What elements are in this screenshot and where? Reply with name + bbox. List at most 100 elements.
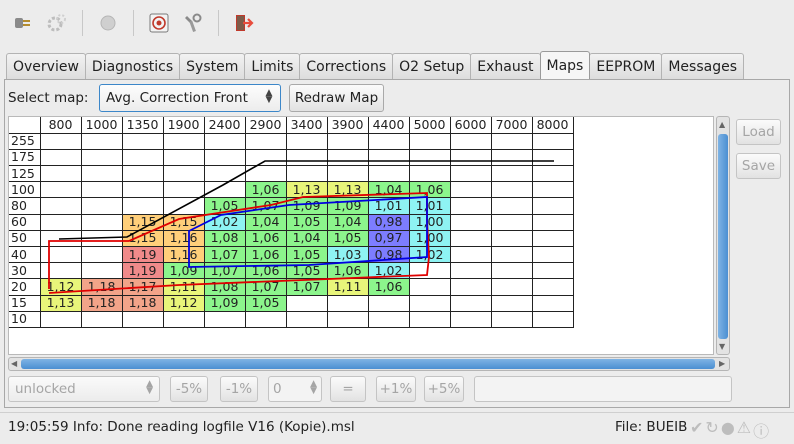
- map-cell[interactable]: [244, 148, 287, 167]
- scroll-right-icon[interactable]: ▶: [719, 359, 725, 368]
- map-cell[interactable]: [531, 278, 574, 296]
- map-cell[interactable]: [531, 310, 574, 328]
- map-cell[interactable]: [80, 165, 123, 183]
- map-cell[interactable]: 1,16: [162, 245, 205, 264]
- map-cell[interactable]: [162, 148, 205, 167]
- connect-icon[interactable]: [8, 8, 38, 38]
- map-cell[interactable]: [326, 310, 369, 328]
- map-cell[interactable]: [39, 262, 82, 280]
- map-cell[interactable]: 1,07: [203, 245, 246, 264]
- map-cell[interactable]: [244, 165, 287, 183]
- map-cell[interactable]: [244, 132, 287, 150]
- tab-maps[interactable]: Maps: [539, 51, 591, 79]
- map-cell[interactable]: [449, 245, 492, 264]
- map-cell[interactable]: [203, 165, 246, 183]
- map-cell[interactable]: [367, 310, 410, 328]
- map-cell[interactable]: 1,18: [80, 294, 123, 312]
- map-cell[interactable]: [80, 262, 123, 280]
- map-cell[interactable]: [531, 213, 574, 231]
- vertical-scrollbar[interactable]: ▲ ▼: [716, 116, 730, 355]
- map-cell[interactable]: 1,16: [162, 229, 205, 248]
- map-cell[interactable]: [449, 229, 492, 248]
- map-cell[interactable]: [531, 165, 574, 183]
- map-cell[interactable]: [367, 165, 410, 183]
- map-cell[interactable]: [121, 148, 164, 167]
- tools-icon[interactable]: [178, 8, 208, 38]
- map-cell[interactable]: 1,12: [162, 294, 205, 312]
- map-cell[interactable]: 1,05: [326, 229, 369, 248]
- map-cell[interactable]: [490, 165, 533, 183]
- map-cell[interactable]: [531, 132, 574, 150]
- map-cell[interactable]: [326, 165, 369, 183]
- map-cell[interactable]: [490, 148, 533, 167]
- map-cell[interactable]: 1,04: [244, 213, 287, 231]
- map-cell[interactable]: [285, 148, 328, 167]
- map-cell[interactable]: [531, 294, 574, 312]
- map-cell[interactable]: 1,15: [162, 213, 205, 231]
- map-cell[interactable]: 1,04: [367, 181, 410, 199]
- map-cell[interactable]: 1,18: [121, 294, 164, 312]
- map-cell[interactable]: [326, 148, 369, 167]
- map-cell[interactable]: [531, 148, 574, 167]
- map-cell[interactable]: 1,02: [203, 213, 246, 231]
- map-cell[interactable]: 1,01: [408, 197, 451, 215]
- map-cell[interactable]: [121, 181, 164, 199]
- map-cell[interactable]: [121, 310, 164, 328]
- map-cell[interactable]: [39, 132, 82, 150]
- map-cell[interactable]: [162, 165, 205, 183]
- map-cell[interactable]: [490, 294, 533, 312]
- map-cell[interactable]: 1,11: [162, 278, 205, 296]
- map-cell[interactable]: [80, 132, 123, 150]
- map-cell[interactable]: [449, 197, 492, 215]
- map-cell[interactable]: [80, 148, 123, 167]
- minus-5-button[interactable]: -5%: [170, 376, 208, 402]
- map-cell[interactable]: [39, 229, 82, 248]
- map-cell[interactable]: 1,07: [244, 197, 287, 215]
- map-cell[interactable]: 1,03: [326, 245, 369, 264]
- map-cell[interactable]: [203, 181, 246, 199]
- map-cell[interactable]: [449, 213, 492, 231]
- map-cell[interactable]: 1,00: [408, 229, 451, 248]
- spin-arrows-icon[interactable]: ▲ ▼: [310, 380, 317, 396]
- map-cell[interactable]: 1,05: [285, 213, 328, 231]
- map-cell[interactable]: [449, 294, 492, 312]
- map-cell[interactable]: 1,11: [326, 278, 369, 296]
- map-cell[interactable]: 0,98: [367, 245, 410, 264]
- map-cell[interactable]: 1,06: [244, 262, 287, 280]
- map-cell[interactable]: 1,19: [121, 262, 164, 280]
- map-grid-area[interactable]: 800 1000 1350 1900 2400 2900 3400 3900 4400 5000 6…: [8, 116, 714, 355]
- map-cell[interactable]: 1,05: [285, 262, 328, 280]
- map-cell[interactable]: [80, 229, 123, 248]
- map-cell[interactable]: 1,13: [326, 181, 369, 199]
- map-cell[interactable]: 1,19: [121, 245, 164, 264]
- map-cell[interactable]: [449, 132, 492, 150]
- map-cell[interactable]: 1,08: [203, 278, 246, 296]
- map-cell[interactable]: [39, 213, 82, 231]
- tab-messages[interactable]: Messages: [661, 53, 744, 79]
- map-cell[interactable]: [408, 310, 451, 328]
- map-cell[interactable]: 1,04: [285, 229, 328, 248]
- map-cell[interactable]: [490, 132, 533, 150]
- map-cell[interactable]: [203, 148, 246, 167]
- plus-1-button[interactable]: +1%: [376, 376, 416, 402]
- map-cell[interactable]: [449, 262, 492, 280]
- plus-5-button[interactable]: +5%: [424, 376, 464, 402]
- map-cell[interactable]: [285, 132, 328, 150]
- map-cell[interactable]: [408, 165, 451, 183]
- map-cell[interactable]: 1,07: [203, 262, 246, 280]
- map-select-dropdown[interactable]: Avg. Correction Front ▲ ▼: [99, 84, 281, 112]
- scroll-up-icon[interactable]: ▲: [719, 120, 725, 129]
- map-cell[interactable]: [490, 229, 533, 248]
- map-cell[interactable]: 1,06: [408, 181, 451, 199]
- map-cell[interactable]: 1,06: [244, 181, 287, 199]
- map-cell[interactable]: [80, 197, 123, 215]
- map-cell[interactable]: [121, 132, 164, 150]
- tab-eeprom[interactable]: EEPROM: [589, 53, 663, 79]
- map-cell[interactable]: 1,09: [326, 197, 369, 215]
- map-cell[interactable]: 1,06: [244, 245, 287, 264]
- map-cell[interactable]: 1,07: [285, 278, 328, 296]
- map-cell[interactable]: [490, 278, 533, 296]
- map-cell[interactable]: [326, 132, 369, 150]
- map-table[interactable]: 800 1000 1350 1900 2400 2900 3400 3900 4400 5000 6…: [9, 117, 574, 328]
- minus-1-button[interactable]: -1%: [220, 376, 258, 402]
